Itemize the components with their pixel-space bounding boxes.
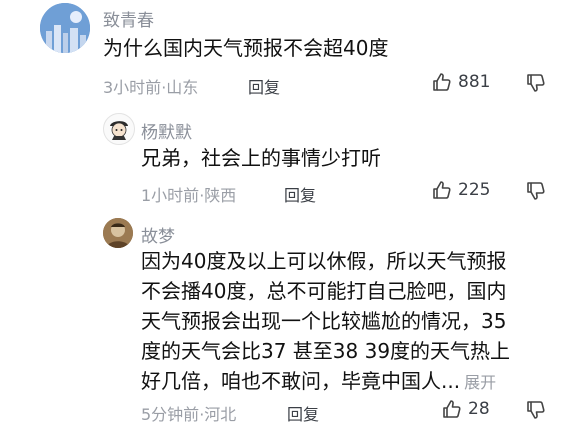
comment-text-line: 不会播40度，总不可能打自己脸吧，国内 xyxy=(141,279,507,303)
comment-meta: 5分钟前·河北 xyxy=(141,401,236,425)
like-count: 28 xyxy=(468,399,490,419)
reply-button[interactable]: 回复 xyxy=(284,182,316,206)
thumbs-down-icon xyxy=(527,182,545,200)
comment-author[interactable]: 杨默默 xyxy=(141,118,192,143)
comment-author[interactable]: 故梦 xyxy=(141,222,175,247)
comment-text-line: 度的天气会比37 甚至38 39度的天气热上 xyxy=(141,339,511,363)
comment-location: 河北 xyxy=(204,405,237,424)
comment-text-line: 因为40度及以上可以休假，所以天气预报 xyxy=(141,249,507,273)
dislike-button[interactable] xyxy=(526,73,546,93)
comment-text-line-end: 好几倍，咱也不敢问，毕竟中国人... xyxy=(141,369,461,393)
like-button[interactable]: 28 xyxy=(442,399,490,419)
thumbs-up-icon xyxy=(443,400,461,418)
comment-location: 山东 xyxy=(166,78,199,97)
avatar[interactable] xyxy=(40,3,90,53)
comment-meta: 3小时前·山东 xyxy=(103,74,198,98)
like-count: 881 xyxy=(458,72,491,92)
comment-text: 为什么国内天气预报不会超40度 xyxy=(103,36,389,60)
comment-meta: 1小时前·陕西 xyxy=(141,182,236,206)
comment-time: 1小时前 xyxy=(141,186,200,205)
comment-time: 3小时前 xyxy=(103,78,162,97)
thumbs-up-icon xyxy=(433,181,451,199)
expand-link[interactable]: 展开 xyxy=(464,373,496,392)
comment-text: 兄弟，社会上的事情少打听 xyxy=(141,146,381,170)
like-button[interactable]: 881 xyxy=(432,72,490,92)
comment-author[interactable]: 致青春 xyxy=(103,6,154,31)
comment-location: 陕西 xyxy=(204,186,237,205)
dislike-button[interactable] xyxy=(526,181,546,201)
like-count: 225 xyxy=(458,180,491,200)
dislike-button[interactable] xyxy=(526,400,546,420)
comment-text-line: 好几倍，咱也不敢问，毕竟中国人... 展开 xyxy=(141,366,561,398)
comment-time: 5分钟前 xyxy=(141,405,200,424)
reply-button[interactable]: 回复 xyxy=(248,74,280,98)
comment-text: 因为40度及以上可以休假，所以天气预报 不会播40度，总不可能打自己脸吧，国内 … xyxy=(141,246,561,398)
city-skyline-avatar-icon xyxy=(40,3,90,53)
comment-text-line: 天气预报会出现一个比较尴尬的情况，35 xyxy=(141,309,507,333)
thumbs-down-icon xyxy=(527,401,545,419)
photo-avatar-icon xyxy=(103,218,133,248)
thumbs-up-icon xyxy=(433,73,451,91)
like-button[interactable]: 225 xyxy=(432,180,490,200)
thumbs-down-icon xyxy=(527,74,545,92)
reply-button[interactable]: 回复 xyxy=(287,401,319,425)
avatar[interactable] xyxy=(103,113,135,145)
cartoon-avatar-icon xyxy=(104,114,134,144)
avatar[interactable] xyxy=(103,218,133,248)
